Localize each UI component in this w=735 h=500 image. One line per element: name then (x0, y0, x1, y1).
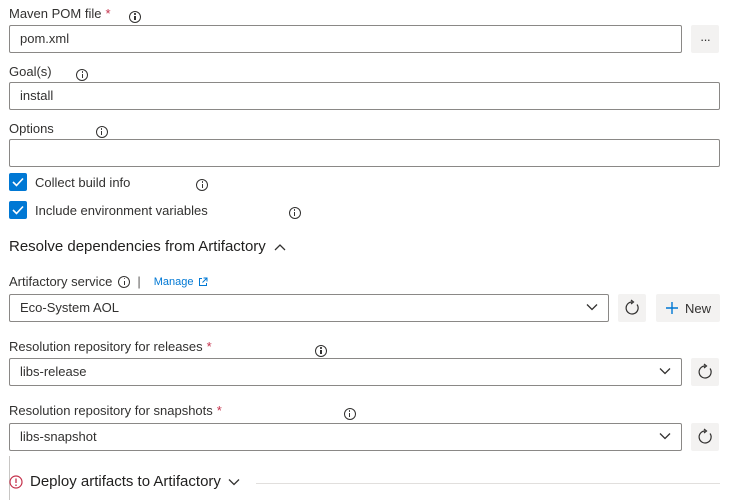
resolve-section-header[interactable]: Resolve dependencies from Artifactory (9, 238, 286, 255)
resolve-section-title: Resolve dependencies from Artifactory (9, 238, 266, 255)
chevron-up-icon (274, 243, 286, 250)
plus-icon (665, 302, 678, 314)
info-icon[interactable] (118, 275, 131, 288)
snapshots-repo-label-row: Resolution repository for snapshots * (9, 403, 222, 418)
maven-pom-label-row: Maven POM file * (9, 6, 111, 21)
info-icon[interactable] (315, 344, 328, 357)
maven-pom-input[interactable]: pom.xml (9, 25, 682, 53)
options-input[interactable] (9, 139, 720, 167)
browse-pom-button[interactable]: ··· (691, 25, 719, 53)
refresh-icon (698, 428, 712, 444)
collect-build-info-label: Collect build info (35, 175, 131, 190)
releases-repo-value: libs-release (20, 364, 87, 379)
refresh-snapshots-button[interactable] (691, 423, 719, 451)
snapshots-repo-label: Resolution repository for snapshots (9, 403, 213, 418)
required-marker: * (206, 339, 212, 354)
info-icon[interactable] (129, 10, 141, 23)
snapshots-repo-select[interactable]: libs-snapshot (9, 423, 682, 451)
artifactory-service-value: Eco-System AOL (20, 300, 119, 315)
artifactory-service-label-row: Artifactory service | Manage (9, 274, 208, 289)
new-button-label: New (684, 300, 711, 316)
include-env-vars-checkbox[interactable] (9, 201, 27, 219)
maven-pom-value: pom.xml (20, 31, 70, 46)
checkmark-icon (12, 205, 24, 215)
chevron-down-icon (228, 478, 240, 485)
releases-repo-label-row: Resolution repository for releases * (9, 339, 212, 354)
required-marker: * (105, 6, 111, 21)
refresh-service-button[interactable] (618, 294, 646, 322)
options-label: Options (9, 121, 54, 136)
info-icon[interactable] (343, 407, 356, 420)
info-icon[interactable] (76, 68, 89, 81)
deploy-section-title: Deploy artifacts to Artifactory (30, 473, 221, 490)
artifactory-service-select[interactable]: Eco-System AOL (9, 294, 609, 322)
chevron-down-icon (659, 433, 671, 440)
chevron-down-icon (659, 368, 671, 375)
section-divider (256, 483, 720, 484)
required-marker: * (216, 403, 222, 418)
checkmark-icon (12, 177, 24, 187)
goals-label: Goal(s) (9, 64, 52, 79)
external-link-icon[interactable] (198, 277, 208, 287)
releases-repo-label: Resolution repository for releases (9, 339, 203, 354)
goals-value: install (20, 88, 54, 103)
error-icon (9, 474, 23, 489)
manage-link[interactable]: Manage (154, 276, 194, 288)
refresh-icon (625, 299, 639, 315)
ellipsis-icon: ··· (700, 31, 711, 47)
snapshots-repo-value: libs-snapshot (20, 429, 97, 444)
chevron-down-icon (586, 304, 598, 311)
info-icon[interactable] (95, 125, 108, 138)
include-env-vars-label: Include environment variables (35, 203, 208, 218)
releases-repo-select[interactable]: libs-release (9, 358, 682, 386)
refresh-releases-button[interactable] (691, 358, 719, 386)
artifactory-service-label: Artifactory service (9, 274, 113, 289)
goals-input[interactable]: install (9, 82, 720, 110)
info-icon[interactable] (288, 206, 301, 219)
collect-build-info-checkbox[interactable] (9, 173, 27, 191)
new-service-button[interactable]: New (656, 294, 720, 322)
separator: | (137, 274, 141, 289)
refresh-icon (698, 363, 712, 379)
info-icon[interactable] (196, 178, 209, 191)
maven-pom-label: Maven POM file (9, 6, 102, 21)
deploy-section-header[interactable]: Deploy artifacts to Artifactory (9, 473, 240, 490)
